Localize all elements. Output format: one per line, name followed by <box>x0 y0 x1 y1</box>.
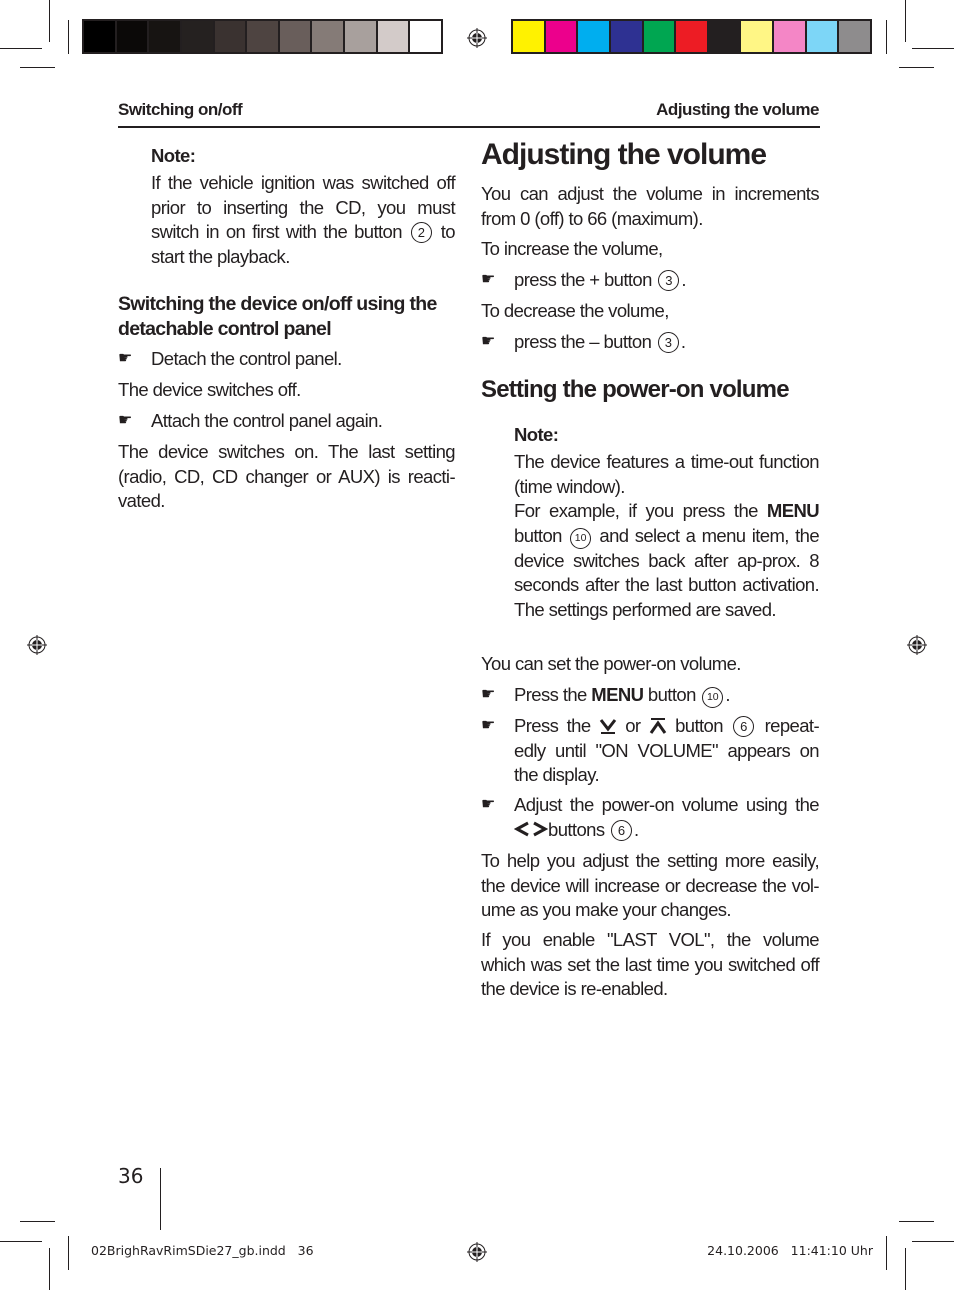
crop-mark <box>912 48 954 49</box>
section-heading: Switching the device on/off using the de… <box>118 293 437 340</box>
crop-mark <box>68 1236 69 1270</box>
note-text: If the vehicle ignition was switched off… <box>151 172 456 267</box>
color-swatch <box>513 21 544 52</box>
registration-mark-icon <box>907 635 927 655</box>
button-reference-badge: 2 <box>410 222 432 243</box>
color-swatch <box>149 21 180 52</box>
pointing-hand-icon: ☛ <box>118 412 132 429</box>
instruction-label: To decrease the volume, <box>481 300 669 321</box>
crop-mark <box>886 1236 887 1270</box>
body-paragraph: If you enable "LAST VOL", the volume whi… <box>481 929 820 999</box>
button-reference-badge: 3 <box>658 270 680 291</box>
crop-mark <box>905 0 906 42</box>
crop-mark <box>899 1221 934 1222</box>
instruction-step: ☛ Detach the control panel. <box>118 347 455 372</box>
body-paragraph: To help you adjust the setting more easi… <box>481 850 820 920</box>
pointing-hand-icon: ☛ <box>481 796 495 813</box>
grayscale-color-bar <box>82 19 443 54</box>
pointing-hand-icon: ☛ <box>481 333 495 350</box>
note-label: Note: <box>151 145 196 166</box>
result-text: The device switches off. <box>118 379 301 400</box>
crop-mark <box>0 1241 42 1242</box>
intro-text: You can adjust the volume in increments … <box>481 183 820 229</box>
arrow-down-button-icon <box>599 719 617 734</box>
crop-mark <box>905 1248 906 1290</box>
running-header-left: Switching on/off <box>118 100 243 119</box>
note-label: Note: <box>514 424 559 445</box>
running-header-right: Adjusting the volume <box>656 100 819 119</box>
color-swatch <box>610 21 642 52</box>
arrow-up-button-icon <box>649 718 666 734</box>
button-reference-badge: 10 <box>570 527 592 549</box>
color-swatch <box>806 21 838 52</box>
color-swatch <box>279 21 311 52</box>
instruction-step: ☛ Adjust the power-on volume using the b… <box>481 793 820 842</box>
left-right-arrows-icon <box>513 821 549 836</box>
color-swatch <box>545 21 577 52</box>
result-text: The device switches on. The last setting… <box>118 441 456 511</box>
button-reference-badge: 6 <box>733 716 755 737</box>
color-swatch <box>214 21 246 52</box>
note-text: The device features a time-out function … <box>514 451 820 620</box>
crop-mark <box>49 0 50 42</box>
color-swatch <box>643 21 675 52</box>
footer-filename: 02BrighRavRimSDie27_gb.indd 36 <box>91 1243 314 1258</box>
instruction-step: ☛ Attach the control panel again. <box>118 409 455 434</box>
crop-mark <box>899 67 934 68</box>
crop-mark <box>886 20 887 54</box>
page-title: Adjusting the volume <box>481 138 767 171</box>
button-reference-badge: 3 <box>657 332 679 353</box>
pointing-hand-icon: ☛ <box>118 350 132 367</box>
crop-mark <box>49 1248 50 1290</box>
footer-timestamp: 24.10.2006 11:41:10 Uhr <box>707 1243 873 1258</box>
color-swatch <box>247 21 278 52</box>
crop-mark <box>0 48 42 49</box>
color-swatch <box>708 21 740 52</box>
header-rule <box>118 126 820 128</box>
crop-mark <box>912 1241 954 1242</box>
section-heading: Setting the power-on volume <box>481 376 790 403</box>
pointing-hand-icon: ☛ <box>481 717 495 734</box>
registration-mark-icon <box>467 1242 487 1262</box>
color-swatch <box>84 21 115 52</box>
pointing-hand-icon: ☛ <box>481 686 495 703</box>
color-swatch <box>839 21 871 52</box>
instruction-step: ☛ Press the MENU button 10. <box>481 683 819 708</box>
button-reference-badge: 6 <box>611 819 633 841</box>
page-number: 36 <box>118 1164 144 1188</box>
crop-mark <box>20 67 55 68</box>
color-swatch <box>774 21 805 52</box>
color-swatch <box>676 21 707 52</box>
instruction-step: ☛ press the + button 3. <box>481 268 819 293</box>
button-reference-badge: 10 <box>702 687 724 708</box>
color-swatch <box>181 21 213 52</box>
color-swatch <box>578 21 609 52</box>
crop-mark <box>68 20 69 54</box>
color-swatch <box>116 21 148 52</box>
crop-mark <box>20 1221 55 1222</box>
instruction-step: ☛ Press the or button 6 repeat-edly unti… <box>481 714 820 788</box>
process-color-bar <box>511 19 872 54</box>
page-number-rule <box>160 1168 161 1230</box>
instruction-step: ☛ press the – button 3. <box>481 330 819 355</box>
instruction-label: To increase the volume, <box>481 238 663 259</box>
instruction-label: You can set the power-on volume. <box>481 653 741 674</box>
color-swatch <box>377 21 409 52</box>
color-swatch <box>312 21 344 52</box>
registration-mark-icon <box>27 635 47 655</box>
color-swatch <box>741 21 773 52</box>
color-swatch <box>345 21 376 52</box>
pointing-hand-icon: ☛ <box>481 271 495 288</box>
color-swatch <box>410 21 442 52</box>
registration-mark-icon <box>467 28 487 48</box>
